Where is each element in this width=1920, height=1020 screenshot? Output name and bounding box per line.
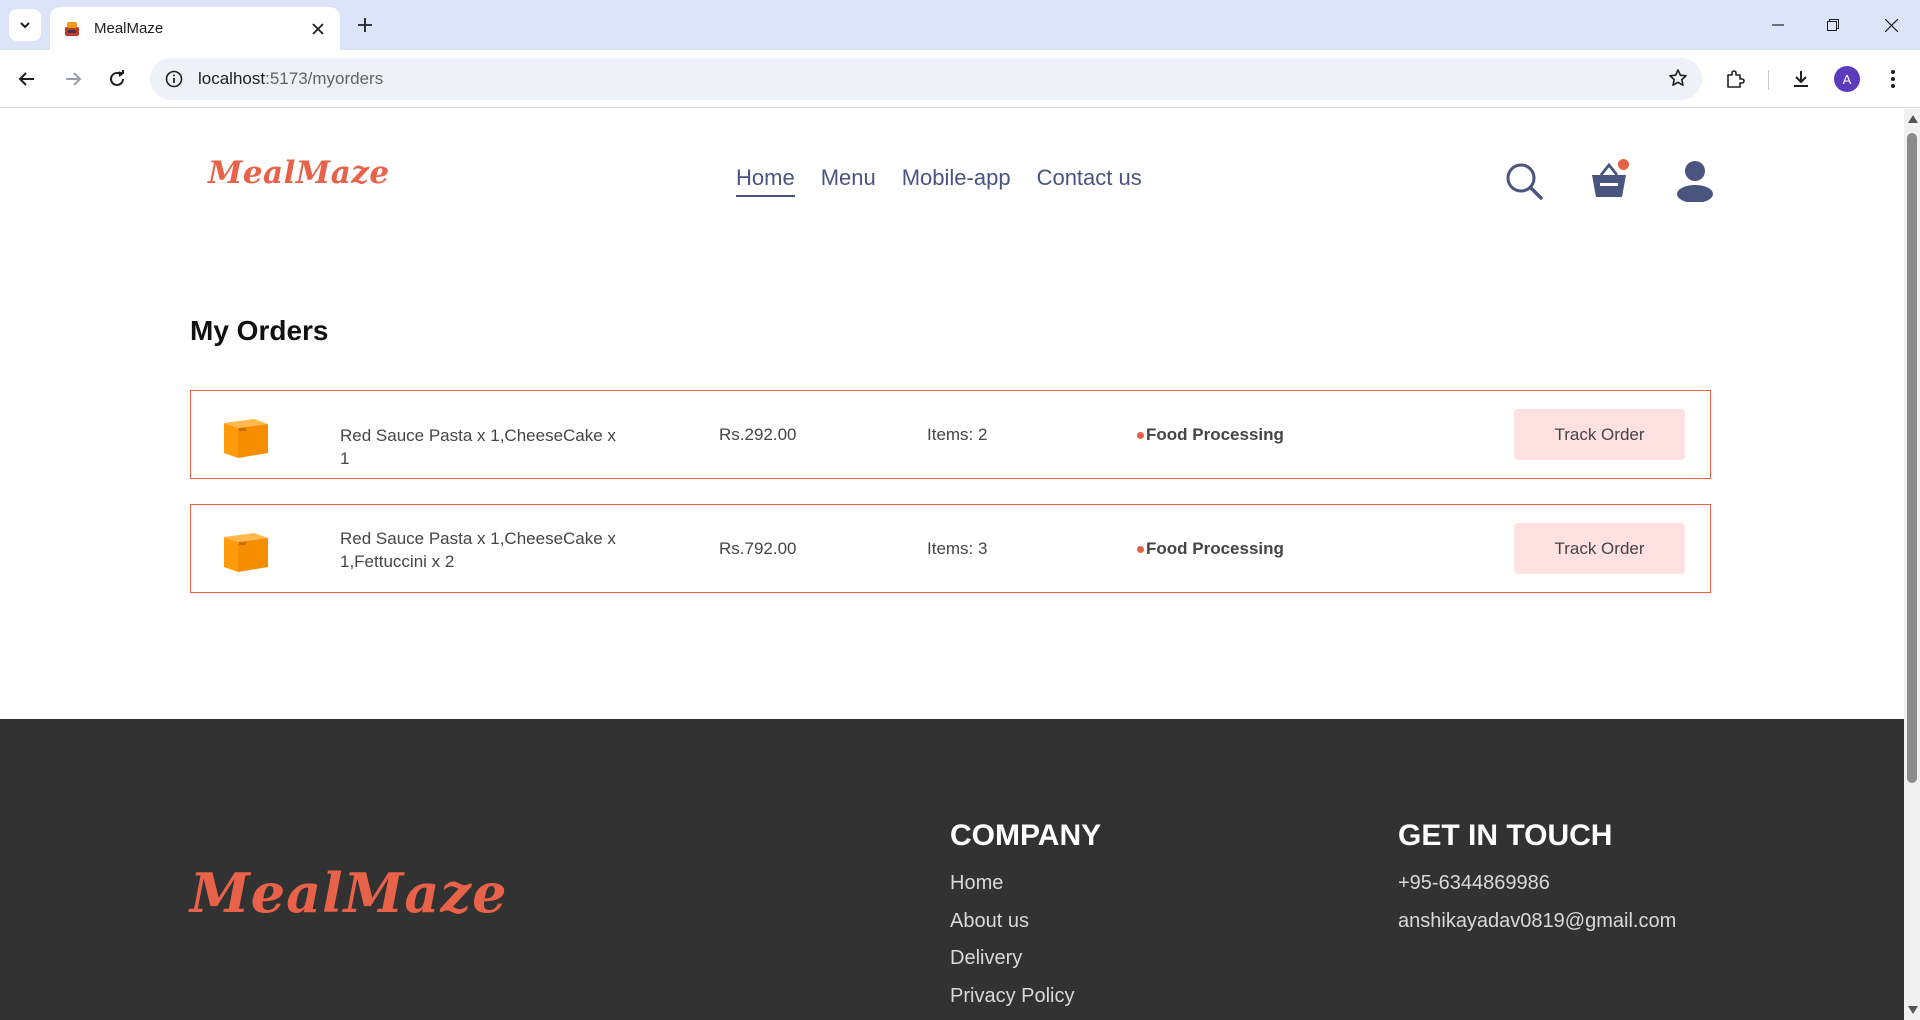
site-footer: MealMaze COMPANY Home About us Delivery … [0, 719, 1904, 1020]
page-title: My Orders [190, 315, 329, 346]
tab-close-button[interactable] [308, 19, 328, 39]
order-amount: Rs.792.00 [719, 539, 797, 558]
footer-phone: +95-6344869986 [1398, 872, 1550, 894]
order-row: Red Sauce Pasta x 1,CheeseCake x 1,Fettu… [190, 504, 1711, 593]
site-info-icon[interactable] [164, 69, 184, 89]
parcel-icon [224, 419, 268, 458]
close-icon [312, 22, 324, 35]
close-icon [1884, 18, 1898, 32]
footer-link-delivery[interactable]: Delivery [950, 944, 1074, 982]
track-order-button[interactable]: Track Order [1514, 523, 1685, 574]
footer-company-heading: COMPANY [950, 819, 1102, 852]
main-nav: Home Menu Mobile-app Contact us [736, 165, 1142, 197]
footer-company-links: Home About us Delivery Privacy Policy [950, 869, 1074, 1019]
site-logo[interactable]: MealMaze [208, 155, 390, 191]
browser-menu-button[interactable] [1876, 62, 1910, 96]
cart-button[interactable] [1587, 159, 1631, 203]
cart-notification-dot [1618, 159, 1629, 170]
order-items: Red Sauce Pasta x 1,CheeseCake x 1,Fettu… [340, 529, 616, 571]
extensions-button[interactable] [1718, 62, 1752, 96]
order-status: Food Processing [1137, 539, 1284, 559]
tab-title: MealMaze [94, 20, 164, 37]
track-order-button[interactable]: Track Order [1514, 409, 1685, 460]
avatar: A [1834, 66, 1860, 92]
favicon-icon [65, 21, 79, 36]
footer-logo: MealMaze [190, 861, 508, 925]
reload-button[interactable] [100, 62, 134, 96]
browser-toolbar: localhost:5173/myorders A [0, 50, 1920, 108]
search-button[interactable] [1502, 159, 1546, 203]
order-amount: Rs.292.00 [719, 425, 797, 444]
tab-search-button[interactable] [9, 9, 41, 41]
restore-icon [1827, 19, 1839, 31]
url-path: :5173/myorders [265, 69, 384, 88]
order-item-count: Items: 3 [927, 539, 988, 558]
order-status-text: Food Processing [1146, 425, 1284, 444]
chevron-down-icon [20, 22, 30, 29]
close-window-button[interactable] [1876, 10, 1906, 40]
info-icon [165, 70, 183, 88]
footer-link-about[interactable]: About us [950, 907, 1074, 945]
order-row: Red Sauce Pasta x 1,CheeseCake x 1 Rs.29… [190, 390, 1711, 479]
order-items: Red Sauce Pasta x 1,CheeseCake x 1 [340, 426, 616, 468]
nav-menu[interactable]: Menu [821, 165, 876, 197]
status-dot [1137, 545, 1144, 553]
forward-button[interactable] [56, 62, 90, 96]
url-host: localhost [198, 69, 266, 88]
footer-email: anshikayadav0819@gmail.com [1398, 909, 1677, 932]
scroll-thumb[interactable] [1907, 133, 1917, 783]
new-tab-button[interactable] [352, 12, 378, 38]
user-icon [1677, 161, 1713, 202]
arrow-left-icon [18, 72, 34, 86]
page: MealMaze Home Menu Mobile-app Contact us… [0, 109, 1904, 1020]
star-icon [1669, 69, 1687, 86]
footer-contact-heading: GET IN TOUCH [1398, 819, 1613, 852]
order-status: Food Processing [1137, 425, 1284, 445]
restore-button[interactable] [1818, 10, 1848, 40]
bookmark-button[interactable] [1668, 68, 1688, 93]
back-button[interactable] [10, 62, 44, 96]
parcel-icon [224, 533, 268, 572]
scroll-down-arrow[interactable] [1908, 1006, 1918, 1014]
more-vertical-icon [1891, 70, 1895, 88]
footer-contact-list: +95-6344869986 anshikayadav0819@gmail.co… [1398, 869, 1676, 944]
minimize-icon [1772, 24, 1784, 26]
browser-tab[interactable]: MealMaze [50, 7, 340, 50]
minimize-button[interactable] [1763, 10, 1793, 40]
page-scrollbar[interactable] [1904, 109, 1920, 1020]
download-icon [1794, 71, 1808, 87]
downloads-button[interactable] [1784, 62, 1818, 96]
footer-link-privacy[interactable]: Privacy Policy [950, 982, 1074, 1020]
toolbar-separator [1768, 70, 1769, 90]
scroll-up-arrow[interactable] [1908, 115, 1918, 123]
plus-icon [358, 18, 372, 32]
browser-tab-bar: MealMaze [0, 0, 1920, 50]
nav-mobile-app[interactable]: Mobile-app [902, 165, 1011, 197]
nav-contact-us[interactable]: Contact us [1037, 165, 1142, 197]
profile-menu-button[interactable] [1673, 159, 1717, 203]
address-bar[interactable]: localhost:5173/myorders [150, 58, 1702, 100]
nav-home[interactable]: Home [736, 165, 795, 197]
arrow-right-icon [66, 72, 82, 86]
status-dot [1137, 431, 1144, 439]
search-icon [1506, 163, 1543, 200]
order-item-count: Items: 2 [927, 425, 988, 444]
puzzle-icon [1727, 70, 1745, 88]
reload-icon [110, 70, 124, 86]
profile-button[interactable]: A [1830, 62, 1864, 96]
footer-link-home[interactable]: Home [950, 869, 1074, 907]
order-status-text: Food Processing [1146, 539, 1284, 558]
